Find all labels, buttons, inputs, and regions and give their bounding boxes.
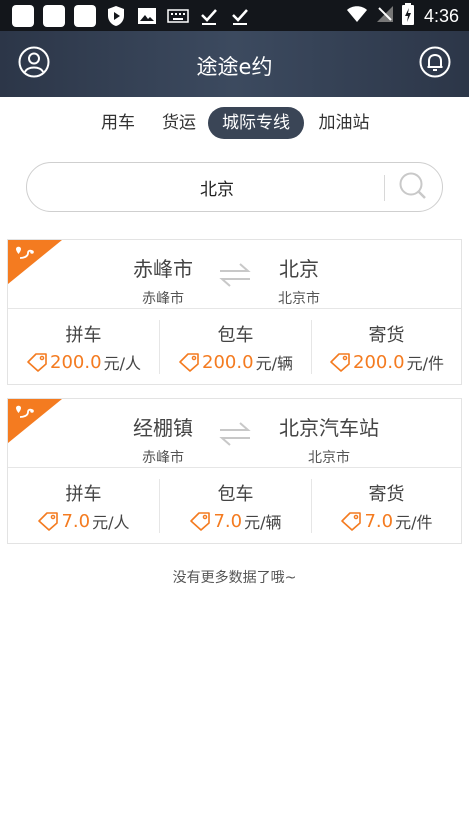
option-price: 7.0 元/辆: [160, 509, 311, 533]
option-carpool[interactable]: 拼车 7.0 元/人: [8, 468, 159, 544]
origin-region: 赤峰市: [142, 291, 184, 307]
tab-intercity[interactable]: 城际专线: [208, 107, 304, 139]
image-icon: [136, 5, 158, 27]
option-price: 200.0 元/辆: [160, 350, 311, 374]
origin-region: 赤峰市: [142, 450, 184, 466]
price-value: 7.0: [213, 510, 243, 532]
destination-city: 北京: [279, 257, 319, 281]
search-input[interactable]: [47, 163, 387, 211]
download-done-icon: [229, 5, 251, 27]
bell-icon: [419, 46, 451, 82]
no-signal-icon: [376, 5, 394, 27]
search-divider: [384, 175, 385, 201]
option-name: 拼车: [65, 325, 102, 346]
origin-city: 赤峰市: [133, 257, 193, 281]
price-tag-icon: [330, 353, 350, 372]
app-title: 途途e约: [196, 55, 273, 79]
app-notification-icon: [74, 5, 96, 27]
option-name: 寄货: [368, 325, 405, 346]
option-price: 200.0 元/件: [311, 350, 462, 374]
price-unit: 元/件: [395, 513, 433, 532]
tab-car[interactable]: 用车: [96, 107, 140, 139]
search-button[interactable]: [397, 172, 429, 204]
origin-city: 经棚镇: [133, 416, 193, 440]
destination-region: 北京市: [278, 291, 320, 307]
system-status: 4:36: [346, 3, 459, 29]
option-price: 200.0 元/人: [8, 350, 159, 374]
route-endpoints: 经棚镇 赤峰市 北京汽车站 北京市: [8, 399, 461, 467]
app-notification-icon: [43, 5, 65, 27]
price-value: 200.0: [202, 351, 254, 373]
option-name: 拼车: [65, 484, 102, 505]
app-notification-icon: [12, 5, 34, 27]
price-tag-icon: [341, 512, 362, 531]
price-value: 200.0: [50, 351, 102, 373]
price-unit: 元/人: [103, 354, 141, 373]
wifi-icon: [346, 5, 368, 27]
price-tag-icon: [190, 512, 211, 531]
route-card[interactable]: 经棚镇 赤峰市 北京汽车站 北京市 拼车 7.0 元/人 包车 7.0 元/辆 寄货…: [7, 398, 462, 544]
tab-freight[interactable]: 货运: [157, 107, 201, 139]
option-name: 包车: [217, 484, 254, 505]
price-unit: 元/辆: [244, 513, 282, 532]
option-parcel[interactable]: 寄货 7.0 元/件: [311, 468, 462, 544]
swap-arrows-icon: [219, 422, 251, 446]
option-charter[interactable]: 包车 200.0 元/辆: [160, 309, 311, 385]
price-tag-icon: [179, 353, 199, 372]
option-charter[interactable]: 包车 7.0 元/辆: [160, 468, 311, 544]
tab-gas-station[interactable]: 加油站: [314, 107, 374, 139]
battery-charging-icon: [401, 3, 414, 29]
price-unit: 元/件: [406, 354, 444, 373]
notifications-button[interactable]: [418, 46, 452, 82]
notification-icons: [12, 5, 251, 27]
download-done-icon: [198, 5, 220, 27]
price-unit: 元/人: [92, 513, 130, 532]
price-unit: 元/辆: [255, 354, 293, 373]
option-name: 寄货: [368, 484, 405, 505]
shield-play-icon: [105, 5, 127, 27]
price-tag-icon: [38, 512, 59, 531]
category-tabs: 用车 货运 城际专线 加油站: [0, 107, 469, 139]
option-price: 7.0 元/件: [311, 509, 462, 533]
route-card[interactable]: 赤峰市 赤峰市 北京 北京市 拼车 200.0 元/人 包车 200.0 元/辆 寄…: [7, 239, 462, 385]
clock: 4:36: [423, 5, 459, 26]
option-carpool[interactable]: 拼车 200.0 元/人: [8, 309, 159, 385]
search-bar: [26, 162, 443, 212]
keyboard-icon: [167, 5, 189, 27]
app-header: 途途e约: [0, 31, 469, 97]
price-tag-icon: [27, 353, 47, 372]
destination-region: 北京市: [308, 450, 350, 466]
route-endpoints: 赤峰市 赤峰市 北京 北京市: [8, 240, 461, 308]
price-value: 7.0: [364, 510, 394, 532]
price-value: 200.0: [353, 351, 405, 373]
price-value: 7.0: [61, 510, 91, 532]
no-more-data-note: 没有更多数据了哦~: [172, 570, 297, 586]
search-icon: [398, 171, 428, 205]
destination-city: 北京汽车站: [279, 416, 379, 440]
option-price: 7.0 元/人: [8, 509, 159, 533]
option-name: 包车: [217, 325, 254, 346]
status-bar: 4:36: [0, 0, 469, 31]
option-parcel[interactable]: 寄货 200.0 元/件: [311, 309, 462, 385]
